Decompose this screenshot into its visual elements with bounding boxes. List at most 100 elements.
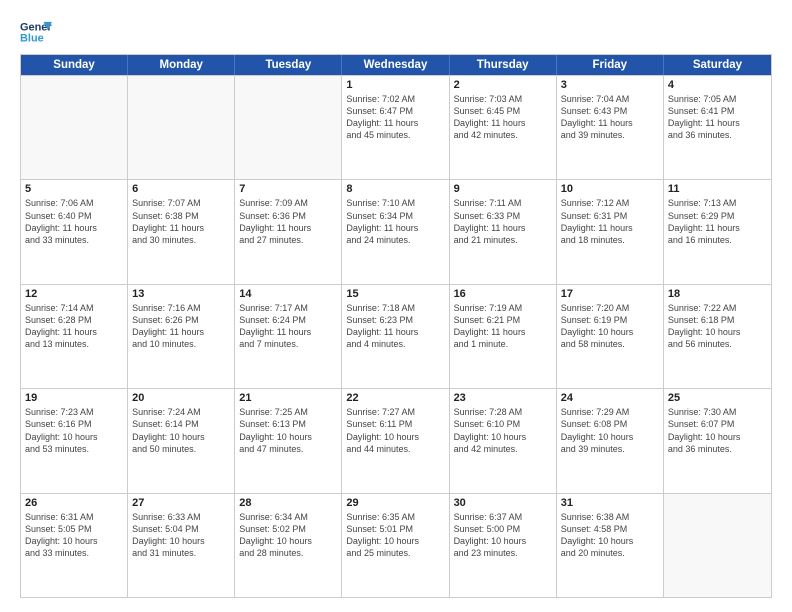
day-number: 13 (132, 288, 230, 300)
day-number: 19 (25, 392, 123, 404)
header-cell-thursday: Thursday (450, 55, 557, 75)
day-number: 24 (561, 392, 659, 404)
day-number: 6 (132, 183, 230, 195)
day-info: Sunrise: 6:33 AM Sunset: 5:04 PM Dayligh… (132, 511, 230, 560)
day-number: 20 (132, 392, 230, 404)
day-number: 25 (668, 392, 767, 404)
day-number: 12 (25, 288, 123, 300)
day-info: Sunrise: 6:38 AM Sunset: 4:58 PM Dayligh… (561, 511, 659, 560)
day-number: 2 (454, 79, 552, 91)
day-number: 31 (561, 497, 659, 509)
day-info: Sunrise: 7:20 AM Sunset: 6:19 PM Dayligh… (561, 302, 659, 351)
cal-cell: 27 Sunrise: 6:33 AM Sunset: 5:04 PM Dayli… (128, 494, 235, 597)
cal-cell: 30Sunrise: 6:37 AM Sunset: 5:00 PM Dayli… (450, 494, 557, 597)
day-info: Sunrise: 7:02 AM Sunset: 6:47 PM Dayligh… (346, 93, 444, 142)
cal-cell: 13Sunrise: 7:16 AM Sunset: 6:26 PM Dayli… (128, 285, 235, 388)
header: General Blue (20, 18, 772, 46)
week-row-1: 1 Sunrise: 7:02 AM Sunset: 6:47 PM Daylig… (21, 75, 771, 179)
day-number: 10 (561, 183, 659, 195)
cal-cell: 3 Sunrise: 7:04 AM Sunset: 6:43 PM Daylig… (557, 76, 664, 179)
week-row-5: 26 Sunrise: 6:31 AM Sunset: 5:05 PM Dayli… (21, 493, 771, 597)
day-number: 16 (454, 288, 552, 300)
cal-cell: 1 Sunrise: 7:02 AM Sunset: 6:47 PM Daylig… (342, 76, 449, 179)
day-info: Sunrise: 7:18 AM Sunset: 6:23 PM Dayligh… (346, 302, 444, 351)
day-number: 29 (346, 497, 444, 509)
header-cell-friday: Friday (557, 55, 664, 75)
cal-cell: 5 Sunrise: 7:06 AM Sunset: 6:40 PM Daylig… (21, 180, 128, 283)
cal-cell: 25 Sunrise: 7:30 AM Sunset: 6:07 PM Dayli… (664, 389, 771, 492)
cal-cell: 8Sunrise: 7:10 AM Sunset: 6:34 PM Daylig… (342, 180, 449, 283)
header-cell-saturday: Saturday (664, 55, 771, 75)
header-cell-wednesday: Wednesday (342, 55, 449, 75)
day-number: 15 (346, 288, 444, 300)
cal-cell: 2 Sunrise: 7:03 AM Sunset: 6:45 PM Daylig… (450, 76, 557, 179)
day-info: Sunrise: 7:11 AM Sunset: 6:33 PM Dayligh… (454, 197, 552, 246)
cal-cell: 24 Sunrise: 7:29 AM Sunset: 6:08 PM Dayli… (557, 389, 664, 492)
day-info: Sunrise: 6:31 AM Sunset: 5:05 PM Dayligh… (25, 511, 123, 560)
day-info: Sunrise: 7:24 AM Sunset: 6:14 PM Dayligh… (132, 406, 230, 455)
day-info: Sunrise: 7:06 AM Sunset: 6:40 PM Dayligh… (25, 197, 123, 246)
header-cell-tuesday: Tuesday (235, 55, 342, 75)
day-info: Sunrise: 7:17 AM Sunset: 6:24 PM Dayligh… (239, 302, 337, 351)
day-number: 1 (346, 79, 444, 91)
cal-cell: 7Sunrise: 7:09 AM Sunset: 6:36 PM Daylig… (235, 180, 342, 283)
day-info: Sunrise: 6:34 AM Sunset: 5:02 PM Dayligh… (239, 511, 337, 560)
header-cell-monday: Monday (128, 55, 235, 75)
day-number: 22 (346, 392, 444, 404)
day-number: 3 (561, 79, 659, 91)
cal-cell: 29 Sunrise: 6:35 AM Sunset: 5:01 PM Dayli… (342, 494, 449, 597)
week-row-4: 19 Sunrise: 7:23 AM Sunset: 6:16 PM Dayli… (21, 388, 771, 492)
day-info: Sunrise: 7:13 AM Sunset: 6:29 PM Dayligh… (668, 197, 767, 246)
cal-cell: 23Sunrise: 7:28 AM Sunset: 6:10 PM Dayli… (450, 389, 557, 492)
cal-cell: 26 Sunrise: 6:31 AM Sunset: 5:05 PM Dayli… (21, 494, 128, 597)
cal-cell: 18Sunrise: 7:22 AM Sunset: 6:18 PM Dayli… (664, 285, 771, 388)
day-info: Sunrise: 7:10 AM Sunset: 6:34 PM Dayligh… (346, 197, 444, 246)
day-number: 21 (239, 392, 337, 404)
cal-cell: 28 Sunrise: 6:34 AM Sunset: 5:02 PM Dayli… (235, 494, 342, 597)
day-info: Sunrise: 7:04 AM Sunset: 6:43 PM Dayligh… (561, 93, 659, 142)
day-info: Sunrise: 7:14 AM Sunset: 6:28 PM Dayligh… (25, 302, 123, 351)
cal-cell: 21 Sunrise: 7:25 AM Sunset: 6:13 PM Dayli… (235, 389, 342, 492)
calendar-header-row: SundayMondayTuesdayWednesdayThursdayFrid… (21, 55, 771, 75)
day-info: Sunrise: 6:35 AM Sunset: 5:01 PM Dayligh… (346, 511, 444, 560)
logo-icon: General Blue (20, 18, 52, 46)
day-info: Sunrise: 7:25 AM Sunset: 6:13 PM Dayligh… (239, 406, 337, 455)
cal-cell: 19 Sunrise: 7:23 AM Sunset: 6:16 PM Dayli… (21, 389, 128, 492)
day-info: Sunrise: 7:09 AM Sunset: 6:36 PM Dayligh… (239, 197, 337, 246)
cal-cell: 4 Sunrise: 7:05 AM Sunset: 6:41 PM Daylig… (664, 76, 771, 179)
day-number: 14 (239, 288, 337, 300)
cal-cell: 11 Sunrise: 7:13 AM Sunset: 6:29 PM Dayli… (664, 180, 771, 283)
cal-cell: 10Sunrise: 7:12 AM Sunset: 6:31 PM Dayli… (557, 180, 664, 283)
cal-cell (21, 76, 128, 179)
day-number: 11 (668, 183, 767, 195)
cal-cell (235, 76, 342, 179)
page: General Blue SundayMondayTuesdayWednesda… (0, 0, 792, 612)
day-info: Sunrise: 7:23 AM Sunset: 6:16 PM Dayligh… (25, 406, 123, 455)
week-row-3: 12 Sunrise: 7:14 AM Sunset: 6:28 PM Dayli… (21, 284, 771, 388)
cal-cell: 16Sunrise: 7:19 AM Sunset: 6:21 PM Dayli… (450, 285, 557, 388)
calendar-body: 1 Sunrise: 7:02 AM Sunset: 6:47 PM Daylig… (21, 75, 771, 597)
day-info: Sunrise: 7:29 AM Sunset: 6:08 PM Dayligh… (561, 406, 659, 455)
day-number: 26 (25, 497, 123, 509)
day-info: Sunrise: 7:30 AM Sunset: 6:07 PM Dayligh… (668, 406, 767, 455)
day-number: 5 (25, 183, 123, 195)
cal-cell: 17 Sunrise: 7:20 AM Sunset: 6:19 PM Dayli… (557, 285, 664, 388)
day-number: 27 (132, 497, 230, 509)
day-info: Sunrise: 7:07 AM Sunset: 6:38 PM Dayligh… (132, 197, 230, 246)
cal-cell: 9 Sunrise: 7:11 AM Sunset: 6:33 PM Daylig… (450, 180, 557, 283)
cal-cell (664, 494, 771, 597)
day-info: Sunrise: 7:05 AM Sunset: 6:41 PM Dayligh… (668, 93, 767, 142)
header-cell-sunday: Sunday (21, 55, 128, 75)
day-number: 30 (454, 497, 552, 509)
day-number: 9 (454, 183, 552, 195)
cal-cell: 14 Sunrise: 7:17 AM Sunset: 6:24 PM Dayli… (235, 285, 342, 388)
logo: General Blue (20, 18, 52, 46)
day-info: Sunrise: 7:03 AM Sunset: 6:45 PM Dayligh… (454, 93, 552, 142)
cal-cell: 31 Sunrise: 6:38 AM Sunset: 4:58 PM Dayli… (557, 494, 664, 597)
cal-cell: 20 Sunrise: 7:24 AM Sunset: 6:14 PM Dayli… (128, 389, 235, 492)
day-number: 28 (239, 497, 337, 509)
day-number: 17 (561, 288, 659, 300)
day-number: 18 (668, 288, 767, 300)
day-number: 4 (668, 79, 767, 91)
cal-cell (128, 76, 235, 179)
